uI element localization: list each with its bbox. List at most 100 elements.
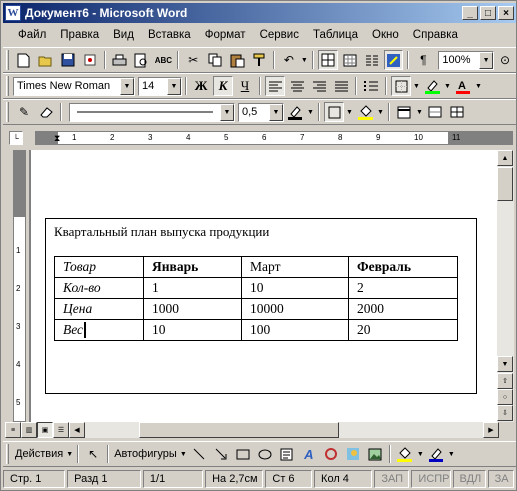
normal-view-icon[interactable]: ≡ (5, 422, 21, 438)
font-color-icon[interactable]: A (453, 76, 473, 96)
close-button[interactable]: × (498, 6, 514, 20)
table-cell[interactable]: 10000 (241, 298, 349, 320)
toolbar-grip[interactable] (6, 102, 9, 122)
hscroll-thumb[interactable] (139, 422, 339, 438)
insert-table-icon[interactable] (340, 50, 360, 70)
table-cell[interactable]: 1 (143, 277, 242, 299)
highlight-dropdown-icon[interactable]: ▼ (443, 83, 452, 90)
table-cell[interactable]: Цена (54, 298, 144, 320)
shading-color-icon[interactable] (355, 102, 375, 122)
cut-icon[interactable]: ✂ (183, 50, 203, 70)
size-dropdown-icon[interactable]: ▼ (167, 77, 181, 95)
print-icon[interactable] (110, 50, 130, 70)
underline-button[interactable]: Ч (235, 76, 255, 96)
vertical-ruler[interactable]: 1 2 3 4 5 (13, 150, 26, 422)
permissions-icon[interactable] (80, 50, 100, 70)
minimize-button[interactable]: _ (462, 6, 478, 20)
eraser-icon[interactable] (36, 102, 56, 122)
toolbar-grip[interactable] (6, 50, 9, 70)
shading-dropdown-icon[interactable]: ▼ (376, 109, 385, 116)
oval-icon[interactable] (255, 444, 275, 464)
scroll-right-icon[interactable]: ▶ (483, 422, 499, 438)
picture-icon[interactable] (365, 444, 385, 464)
clipart-icon[interactable] (343, 444, 363, 464)
table-cell[interactable]: 10 (143, 319, 242, 341)
scroll-thumb[interactable] (497, 167, 513, 201)
columns-icon[interactable] (362, 50, 382, 70)
status-track-changes[interactable]: ИСПР (411, 470, 451, 488)
indent-marker-icon[interactable]: ⧗ (54, 131, 60, 145)
select-objects-icon[interactable]: ↖ (83, 444, 103, 464)
table-cell[interactable]: Февраль (348, 256, 458, 278)
spelling-icon[interactable]: ABC (153, 50, 173, 70)
horizontal-ruler[interactable]: ⧗ 1 2 3 4 5 6 7 8 9 10 11 (35, 131, 513, 145)
align-left-icon[interactable] (265, 76, 285, 96)
outline-view-icon[interactable]: ☰ (53, 422, 69, 438)
outside-border-icon[interactable] (391, 76, 411, 96)
format-painter-icon[interactable] (249, 50, 269, 70)
select-browse-object-icon[interactable]: ⇧ (497, 373, 513, 389)
print-layout-icon[interactable]: ▣ (37, 422, 53, 438)
border-color-icon[interactable] (285, 102, 305, 122)
table-cell[interactable]: Товар (54, 256, 144, 278)
toolbar-grip[interactable] (6, 444, 9, 464)
menu-file[interactable]: Файл (11, 29, 53, 41)
line-style-combo[interactable]: ▼ (69, 102, 235, 122)
line-weight-dropdown-icon[interactable]: ▼ (269, 103, 283, 121)
border-dropdown-icon[interactable]: ▼ (412, 83, 421, 90)
actions-menu[interactable]: Действия (13, 448, 65, 460)
title-bar[interactable]: W Документ6 - Microsoft Word _ □ × (3, 3, 516, 23)
border-color-dropdown-icon[interactable]: ▼ (306, 109, 315, 116)
font-name-combo[interactable]: Times New Roman ▼ (13, 76, 135, 96)
copy-icon[interactable] (205, 50, 225, 70)
table-cell[interactable]: 10 (241, 277, 349, 299)
document-area[interactable]: Квартальный план выпуска продукции Товар… (29, 150, 497, 422)
italic-button[interactable]: К (213, 76, 233, 96)
table-cell[interactable]: 20 (348, 319, 458, 341)
font-size-combo[interactable]: 14 ▼ (138, 76, 182, 96)
word-app-icon[interactable]: W (5, 5, 21, 21)
merge-cells-icon[interactable] (425, 102, 445, 122)
numbering-icon[interactable] (361, 76, 381, 96)
table-border-dropdown-icon[interactable]: ▼ (345, 109, 354, 116)
zoom-dropdown-icon[interactable]: ▼ (479, 51, 494, 69)
next-page-icon[interactable]: ⇩ (497, 405, 513, 421)
table-cell[interactable]: 1000 (143, 298, 242, 320)
menu-edit[interactable]: Правка (53, 29, 106, 41)
document-heading[interactable]: Квартальный план выпуска продукции (54, 224, 269, 240)
line-icon[interactable] (189, 444, 209, 464)
diagram-icon[interactable] (321, 444, 341, 464)
menu-window[interactable]: Окно (365, 29, 406, 41)
insert-table-dropdown-icon[interactable]: ▼ (415, 109, 424, 116)
save-icon[interactable] (58, 50, 78, 70)
fill-color-icon[interactable] (395, 444, 415, 464)
fill-color-dropdown-icon[interactable]: ▼ (416, 451, 425, 458)
tab-selector[interactable]: └ (9, 131, 23, 145)
print-preview-icon[interactable] (132, 50, 152, 70)
table-cell[interactable]: 2000 (348, 298, 458, 320)
menu-view[interactable]: Вид (106, 29, 141, 41)
status-overtype[interactable]: ЗА (487, 470, 515, 488)
autoshapes-menu[interactable]: Автофигуры (112, 448, 179, 460)
pencil-icon[interactable]: ✎ (14, 102, 34, 122)
actions-dropdown-icon[interactable]: ▼ (65, 451, 74, 458)
table-cell[interactable]: Март (241, 256, 349, 278)
font-color-dropdown-icon[interactable]: ▼ (474, 83, 483, 90)
menu-table[interactable]: Таблица (306, 29, 365, 41)
line-weight-combo[interactable]: 0,5 ▼ (238, 102, 284, 122)
split-cells-icon[interactable] (447, 102, 467, 122)
arrow-icon[interactable] (211, 444, 231, 464)
line-color-icon[interactable] (426, 444, 446, 464)
wordart-icon[interactable]: A (299, 444, 319, 464)
draw-table-icon[interactable] (317, 50, 338, 70)
horizontal-scrollbar[interactable]: ◀ ▶ (69, 422, 499, 438)
menu-format[interactable]: Формат (198, 29, 253, 41)
open-folder-icon[interactable] (36, 50, 56, 70)
highlight-icon[interactable] (422, 76, 442, 96)
status-record[interactable]: ЗАП (374, 470, 410, 488)
text-frame[interactable]: Квартальный план выпуска продукции Товар… (45, 218, 477, 394)
table-cell[interactable]: Январь (143, 256, 242, 278)
web-view-icon[interactable]: ▥ (21, 422, 37, 438)
paste-icon[interactable] (227, 50, 247, 70)
zoom-combo[interactable]: 100% ▼ (438, 50, 495, 70)
